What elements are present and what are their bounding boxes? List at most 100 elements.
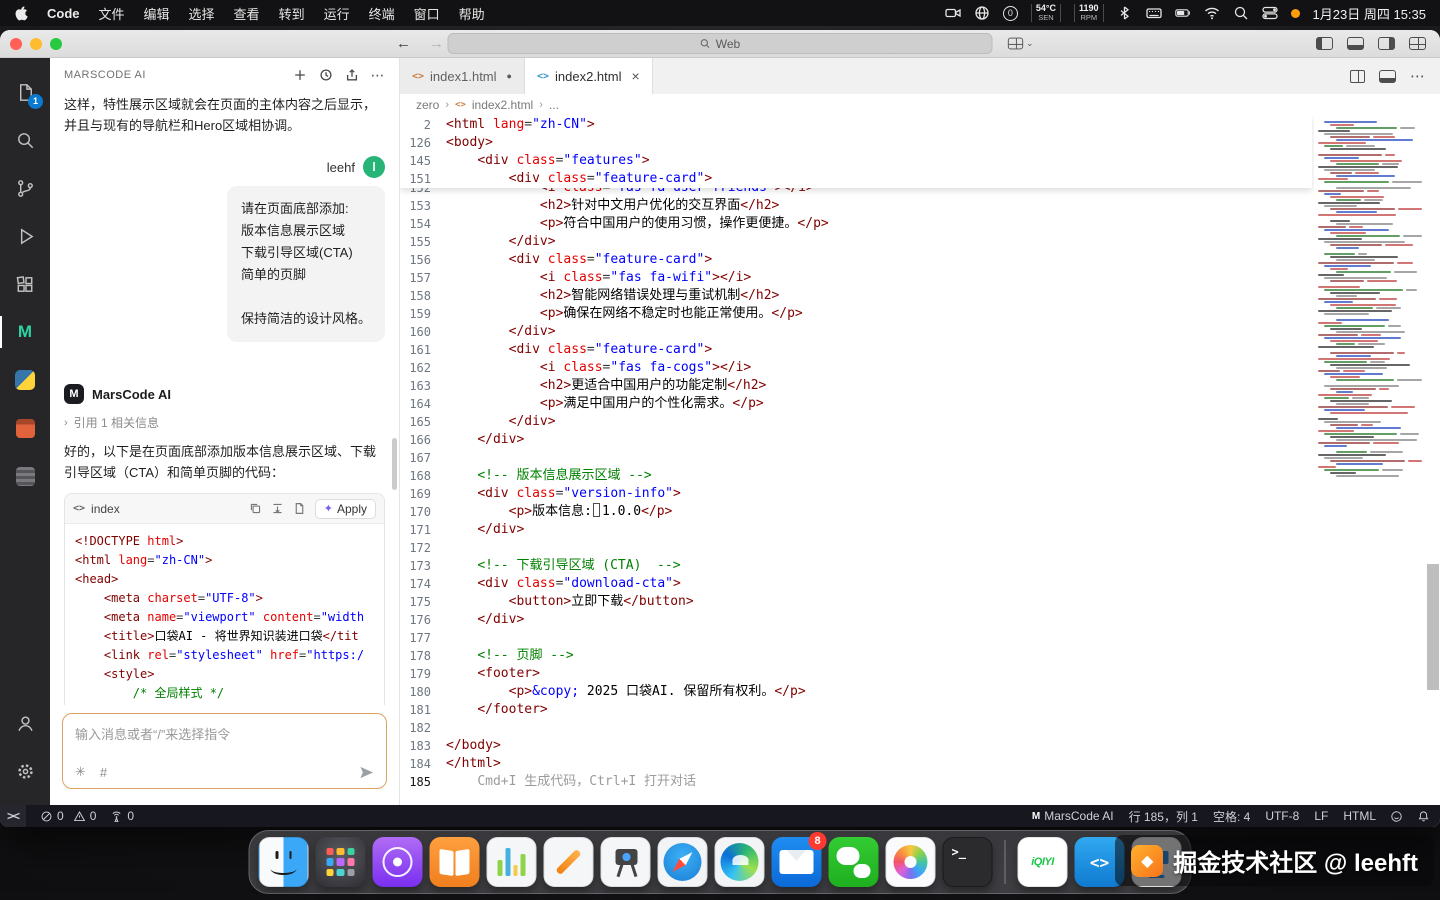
dock-photos-icon[interactable] — [886, 837, 936, 887]
code-line[interactable]: 145 <div class="features"> — [400, 152, 1312, 170]
extensions-icon[interactable] — [0, 260, 50, 308]
settings-gear-icon[interactable] — [0, 747, 50, 795]
tab-index2.html[interactable]: <>index2.html× — [525, 58, 653, 94]
code-line[interactable]: 165 </div> — [400, 413, 1440, 431]
menubar-item[interactable]: 转到 — [279, 4, 305, 23]
code-line[interactable]: 169 <div class="version-info"> — [400, 485, 1440, 503]
code-line[interactable]: 179 <footer> — [400, 665, 1440, 683]
code-line[interactable]: 154 <p>符合中国用户的使用习惯，操作更便捷。</p> — [400, 215, 1440, 233]
insert-at-cursor-icon[interactable] — [271, 502, 284, 515]
menubar-item[interactable]: 选择 — [189, 4, 215, 23]
code-line[interactable]: 155 </div> — [400, 233, 1440, 251]
reference-toggle[interactable]: › 引用 1 相关信息 — [64, 414, 385, 431]
menubar-clock[interactable]: 1月23日 周四 15:35 — [1313, 4, 1426, 23]
dock-photobooth-icon[interactable] — [601, 837, 651, 887]
code-line[interactable]: 174 <div class="download-cta"> — [400, 575, 1440, 593]
feedback-icon[interactable] — [1390, 810, 1403, 823]
dock-pages-icon[interactable] — [544, 837, 594, 887]
modified-dot-icon[interactable]: ● — [507, 71, 512, 81]
menubar-item[interactable]: 文件 — [99, 4, 125, 23]
context-hash-icon[interactable]: # — [100, 765, 107, 780]
fan-sensor[interactable]: 1190 RPM — [1074, 4, 1104, 22]
code-line[interactable]: 163 <h2>更适合中国用户的功能定制</h2> — [400, 377, 1440, 395]
ports-indicator[interactable]: 0 — [110, 809, 134, 823]
package-extension-icon[interactable] — [0, 404, 50, 452]
zoom-window-button[interactable] — [50, 38, 62, 50]
temperature-sensor[interactable]: 54°C SEN — [1031, 4, 1061, 22]
code-line[interactable]: 161 <div class="feature-card"> — [400, 341, 1440, 359]
menubar-item[interactable]: 终端 — [369, 4, 395, 23]
code-line[interactable]: 171 </div> — [400, 521, 1440, 539]
breadcrumb[interactable]: zero › <> index2.html › ... — [400, 94, 1440, 116]
code-line[interactable]: 159 <p>确保在网络不稳定时也能正常使用。</p> — [400, 305, 1440, 323]
statusbar-item[interactable]: HTML — [1343, 809, 1376, 823]
bell-icon[interactable] — [1417, 810, 1430, 823]
code-line[interactable]: 184</html> — [400, 755, 1440, 773]
send-message-icon[interactable] — [359, 765, 374, 780]
problems-indicator[interactable]: 0 0 — [40, 809, 96, 823]
menubar-app-name[interactable]: Code — [47, 6, 80, 21]
keyboard-icon[interactable] — [1146, 5, 1162, 21]
dock-launchpad-icon[interactable] — [316, 837, 366, 887]
code-line[interactable]: 181 </footer> — [400, 701, 1440, 719]
chat-input[interactable]: 输入消息或者“/”来选择指令 ✳ # — [62, 713, 387, 789]
customize-layout-icon[interactable] — [1409, 37, 1426, 50]
menubar-item[interactable]: 运行 — [324, 4, 350, 23]
code-line[interactable]: 183</body> — [400, 737, 1440, 755]
code-line[interactable]: 167 — [400, 449, 1440, 467]
code-line[interactable]: 151 <div class="feature-card"> — [400, 170, 1312, 188]
dock-iqiyi-icon[interactable]: iQIYI — [1018, 837, 1068, 887]
chat-thread[interactable]: 这样，特性展示区域就会在页面的主体内容之后显示，并且与现有的导航栏和Hero区域… — [50, 92, 399, 705]
account-icon[interactable] — [0, 699, 50, 747]
bluetooth-icon[interactable] — [1117, 5, 1133, 21]
dock-numbers-icon[interactable] — [487, 837, 537, 887]
history-back-button[interactable]: ← — [396, 35, 411, 52]
toggle-panel-icon[interactable] — [1379, 70, 1396, 83]
share-icon[interactable] — [345, 68, 359, 82]
explorer-icon[interactable]: 1 — [0, 68, 50, 116]
dock-terminal-icon[interactable]: >_ — [943, 837, 993, 887]
statusbar-item[interactable]: MMarsCode AI — [1032, 809, 1114, 823]
scrollbar-thumb[interactable] — [1427, 564, 1439, 690]
code-line[interactable]: 2<html lang="zh-CN"> — [400, 116, 1312, 134]
code-line[interactable]: 180 <p>&copy; 2025 口袋AI. 保留所有权利。</p> — [400, 683, 1440, 701]
code-block-body[interactable]: <!DOCTYPE html><html lang="zh-CN"><head>… — [65, 524, 384, 705]
spotlight-search-icon[interactable] — [1233, 5, 1249, 21]
code-line[interactable]: 170 <p>版本信息:1.0.0</p> — [400, 503, 1440, 521]
more-actions-icon[interactable]: ⋯ — [371, 71, 386, 79]
statusbar-item[interactable]: LF — [1314, 809, 1328, 823]
tab-index1.html[interactable]: <>index1.html● — [400, 58, 525, 94]
code-line[interactable]: 185 Cmd+I 生成代码，Ctrl+I 打开对话 — [400, 773, 1440, 791]
dock-mail-icon[interactable]: 8 — [772, 837, 822, 887]
code-line[interactable]: 126<body> — [400, 134, 1312, 152]
new-file-icon[interactable] — [293, 502, 306, 515]
statusbar-item[interactable]: 行 185，列 1 — [1129, 808, 1198, 825]
code-line[interactable]: 164 <p>满足中国用户的个性化需求。</p> — [400, 395, 1440, 413]
layout-quick-toggle[interactable]: ⌄ — [1007, 37, 1034, 50]
battery-icon[interactable] — [1175, 5, 1191, 21]
dock-finder-icon[interactable] — [259, 837, 309, 887]
code-line[interactable]: 173 <!-- 下载引导区域 (CTA) --> — [400, 557, 1440, 575]
close-window-button[interactable] — [10, 38, 22, 50]
code-line[interactable]: 172 — [400, 539, 1440, 557]
dock-safari-icon[interactable] — [658, 837, 708, 887]
run-debug-icon[interactable] — [0, 212, 50, 260]
dock-podcasts-icon[interactable] — [373, 837, 423, 887]
code-line[interactable]: 158 <h2>智能网络错误处理与重试机制</h2> — [400, 287, 1440, 305]
commands-icon[interactable]: ✳ — [75, 764, 86, 780]
dock-books-icon[interactable] — [430, 837, 480, 887]
globe-icon[interactable] — [974, 5, 990, 21]
toggle-sidebar-icon[interactable] — [1316, 37, 1333, 50]
split-editor-icon[interactable] — [1350, 70, 1365, 83]
menubar-item[interactable]: 查看 — [234, 4, 260, 23]
docs-extension-icon[interactable] — [0, 452, 50, 500]
apply-button[interactable]: ✦ Apply — [315, 499, 376, 519]
dock-wechat-icon[interactable] — [829, 837, 879, 887]
remote-indicator[interactable]: >< — [0, 805, 26, 827]
marscode-ai-icon[interactable]: M — [0, 308, 50, 356]
code-line[interactable]: 182 — [400, 719, 1440, 737]
recording-indicator-icon[interactable] — [1291, 9, 1300, 18]
code-line[interactable]: 166 </div> — [400, 431, 1440, 449]
counter-ring-icon[interactable]: 0 — [1003, 6, 1018, 21]
new-chat-icon[interactable] — [293, 68, 307, 82]
